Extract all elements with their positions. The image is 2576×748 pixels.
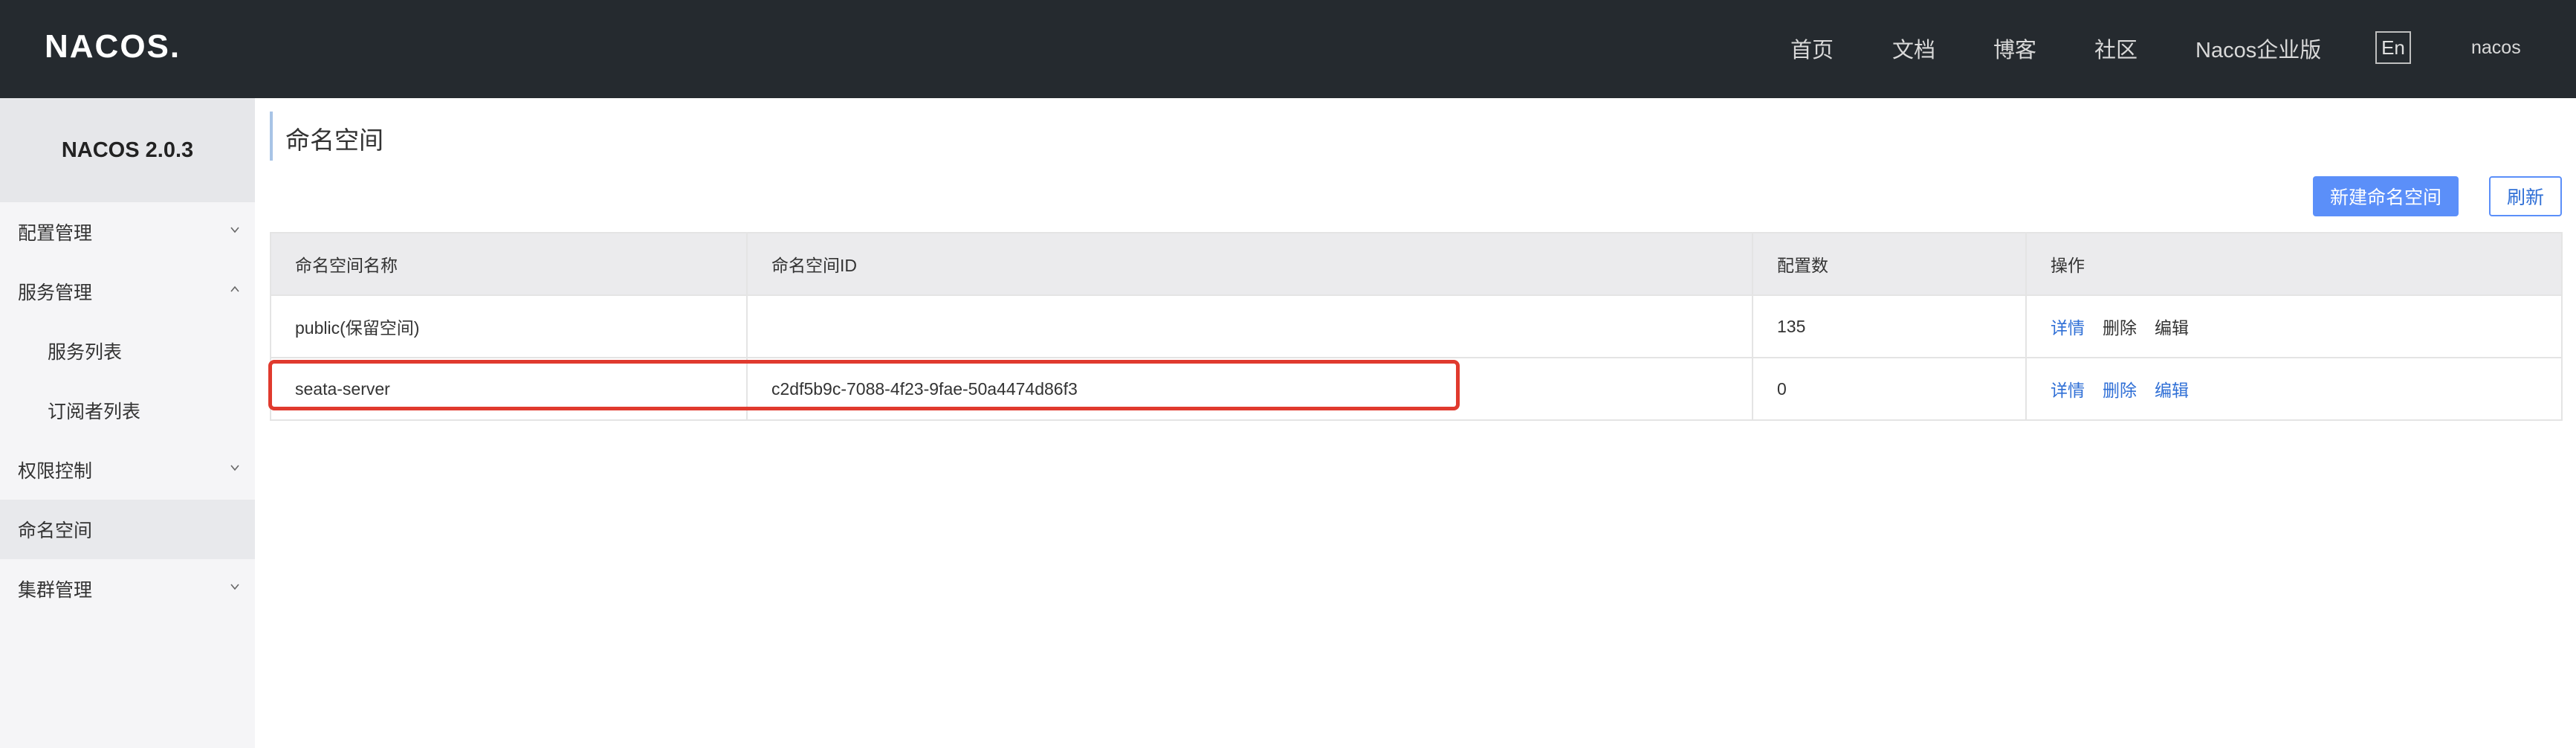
sidebar-item-label: 集群管理 xyxy=(18,580,93,601)
nav-home[interactable]: 首页 xyxy=(1790,33,1834,64)
column-header-count: 配置数 xyxy=(1753,233,2027,294)
sidebar-item-cluster[interactable]: 集群管理 xyxy=(0,559,255,619)
sidebar-item-label: 权限控制 xyxy=(18,461,93,482)
namespace-id xyxy=(748,296,1753,357)
config-count: 135 xyxy=(1753,296,2027,357)
sidebar-item-service[interactable]: 服务管理 xyxy=(0,262,255,321)
sidebar-item-label: 服务列表 xyxy=(48,342,123,363)
new-namespace-button[interactable]: 新建命名空间 xyxy=(2313,176,2459,216)
config-count: 0 xyxy=(1753,358,2027,419)
language-toggle-button[interactable]: En xyxy=(2375,31,2411,64)
chevron-down-icon xyxy=(230,465,239,471)
sidebar-item-label: 命名空间 xyxy=(18,520,93,541)
column-header-id: 命名空间ID xyxy=(748,233,1753,294)
detail-link[interactable]: 详情 xyxy=(2051,376,2085,402)
sidebar-item-label: 配置管理 xyxy=(18,223,93,244)
page-title: 命名空间 xyxy=(285,126,384,154)
nav-blog[interactable]: 博客 xyxy=(1993,33,2036,64)
edit-link[interactable]: 编辑 xyxy=(2155,314,2189,339)
row-actions: 详情 删除 编辑 xyxy=(2027,358,2564,419)
refresh-button[interactable]: 刷新 xyxy=(2489,176,2562,216)
row-actions: 详情 删除 编辑 xyxy=(2027,296,2564,357)
delete-link[interactable]: 删除 xyxy=(2103,376,2137,402)
chevron-up-icon xyxy=(230,286,239,292)
column-header-actions: 操作 xyxy=(2051,256,2085,275)
table-row: public(保留空间) 135 详情 删除 编辑 xyxy=(270,296,2563,358)
highlight-annotation-box xyxy=(268,360,1460,410)
sidebar-item-namespace[interactable]: 命名空间 xyxy=(0,500,255,559)
title-accent-bar xyxy=(270,112,273,161)
column-header-name: 命名空间名称 xyxy=(271,233,748,294)
detail-link[interactable]: 详情 xyxy=(2051,314,2085,339)
chevron-down-icon xyxy=(230,227,239,233)
nav-docs[interactable]: 文档 xyxy=(1892,33,1935,64)
table-header-row: 命名空间名称 命名空间ID 配置数 操作 xyxy=(270,232,2563,296)
namespace-name: public(保留空间) xyxy=(271,296,748,357)
logo-text: NACOS. xyxy=(45,28,181,65)
edit-link[interactable]: 编辑 xyxy=(2155,376,2189,402)
sidebar-item-subscriber-list[interactable]: 订阅者列表 xyxy=(0,381,255,440)
sidebar-item-config[interactable]: 配置管理 xyxy=(0,202,255,262)
sidebar-item-label: 订阅者列表 xyxy=(48,402,141,422)
top-header: NACOS. 首页 文档 博客 社区 Nacos企业版 En nacos xyxy=(0,0,2576,98)
nav-community[interactable]: 社区 xyxy=(2094,33,2138,64)
nacos-logo[interactable]: NACOS. xyxy=(45,28,181,65)
chevron-down-icon xyxy=(230,584,239,590)
version-label: NACOS 2.0.3 xyxy=(0,98,255,202)
sidebar-item-label: 服务管理 xyxy=(18,283,93,303)
nav-enterprise[interactable]: Nacos企业版 xyxy=(2195,33,2321,64)
delete-link[interactable]: 删除 xyxy=(2103,314,2137,339)
sidebar-item-auth[interactable]: 权限控制 xyxy=(0,440,255,500)
sidebar-item-service-list[interactable]: 服务列表 xyxy=(0,321,255,381)
user-menu[interactable]: nacos xyxy=(2471,37,2521,59)
